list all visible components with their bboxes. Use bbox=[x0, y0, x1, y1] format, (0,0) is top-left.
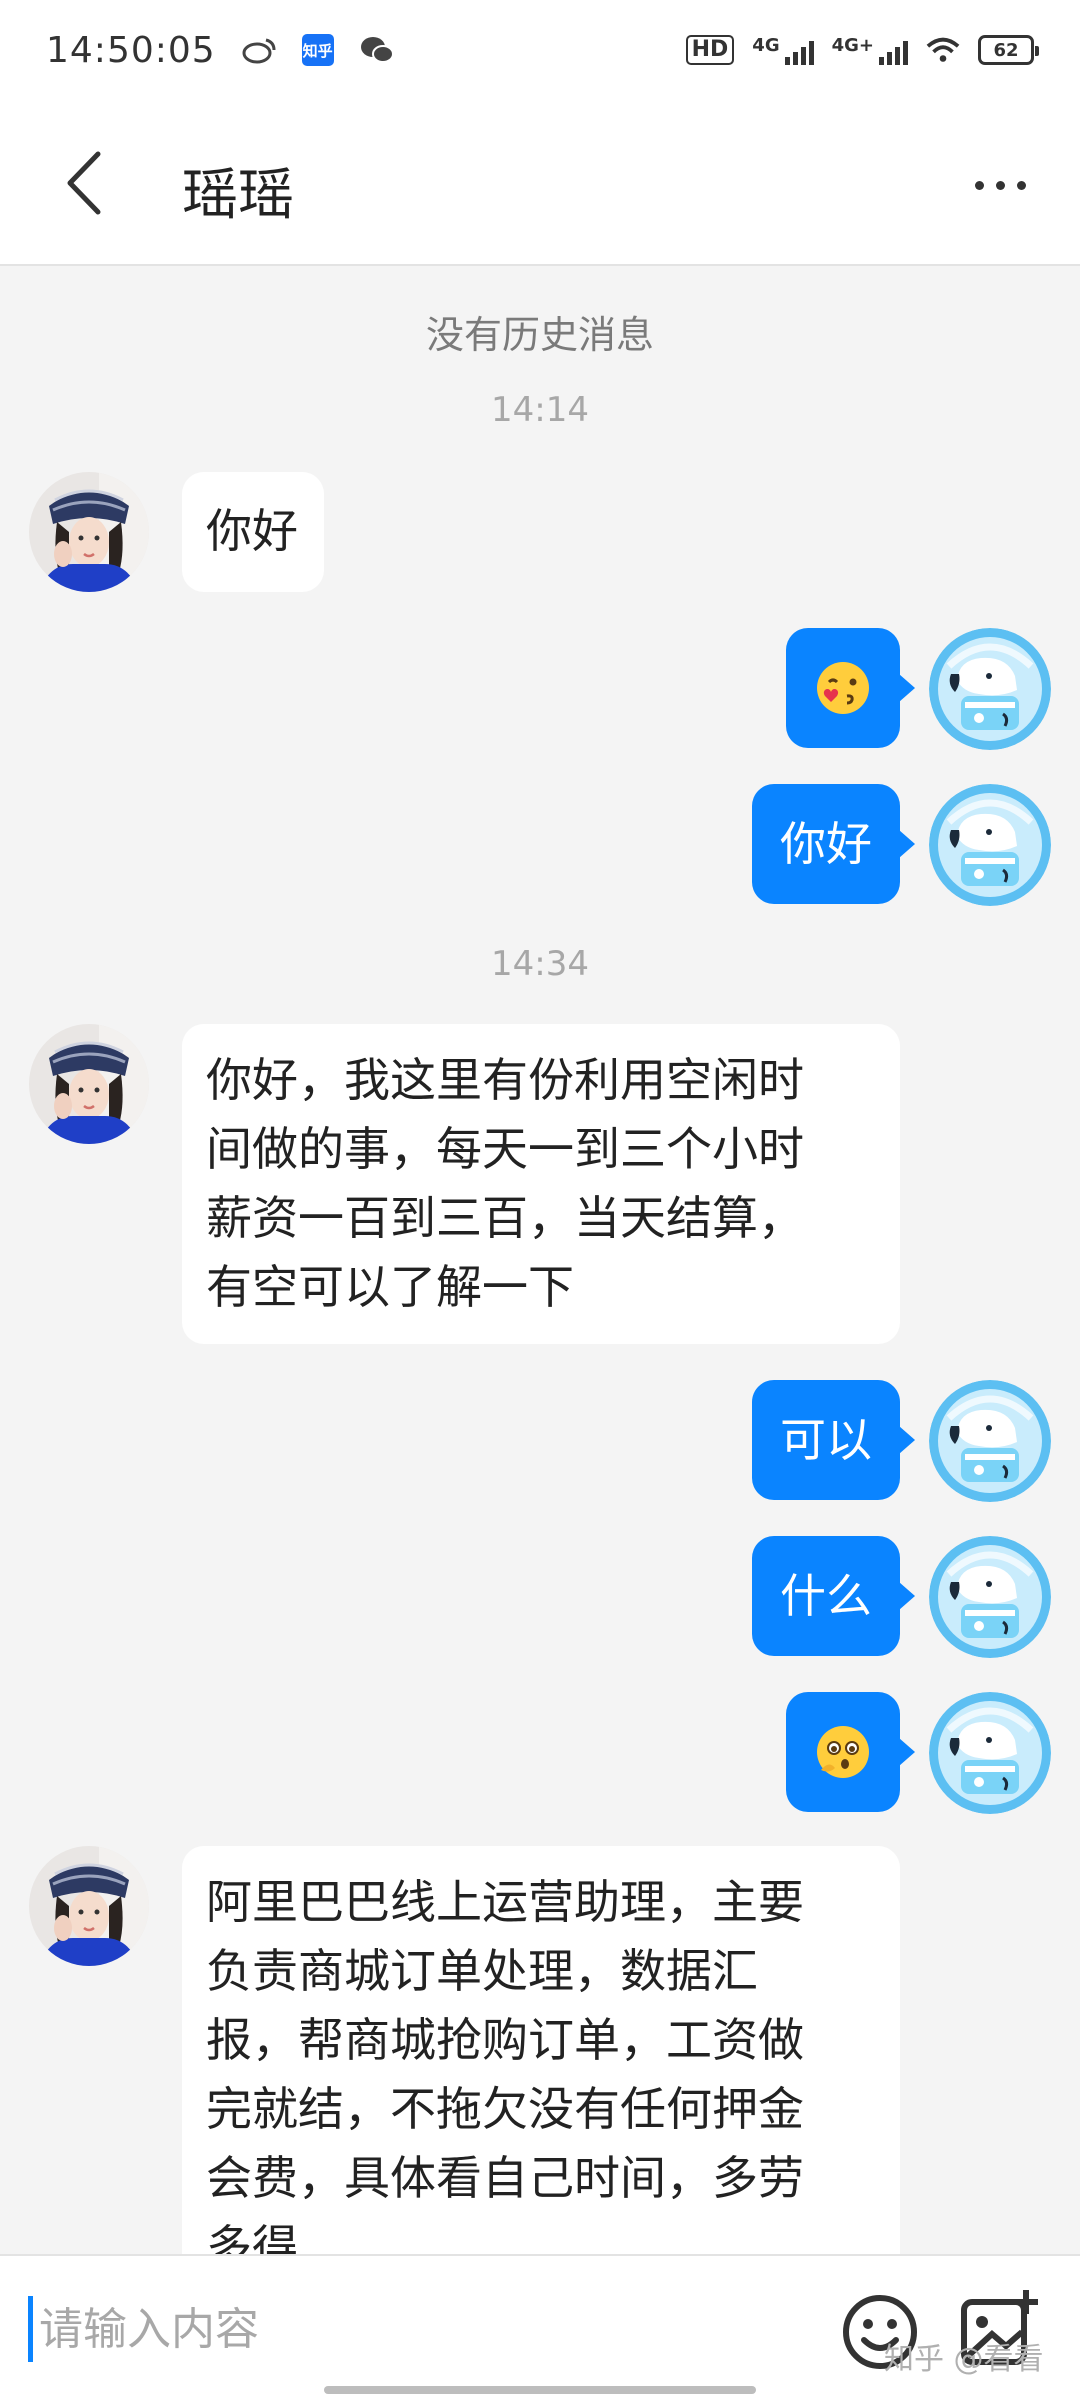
message-line: 阿里巴巴线上运营助理，主要 bbox=[206, 1875, 804, 1929]
user-avatar[interactable] bbox=[929, 1692, 1051, 1814]
zhihu-icon: 知乎 bbox=[301, 34, 334, 66]
chevron-left-icon bbox=[67, 151, 101, 215]
watermark: 知乎 @看看 bbox=[884, 2342, 1044, 2377]
contact-avatar[interactable] bbox=[29, 1846, 149, 1966]
hd-icon: HD bbox=[685, 35, 735, 65]
user-avatar[interactable] bbox=[929, 1380, 1051, 1502]
page-title: 瑶瑶 bbox=[182, 163, 294, 228]
signal-label: 4G+ bbox=[831, 35, 874, 56]
wechat-icon bbox=[360, 33, 394, 67]
more-button[interactable] bbox=[960, 160, 1040, 210]
battery-icon: 62 bbox=[978, 35, 1039, 65]
timestamp: 14:14 bbox=[491, 390, 589, 430]
message-line: 有空可以了解一下 bbox=[206, 1260, 574, 1314]
signal-label: 4G bbox=[752, 35, 780, 56]
kiss-emoji-icon bbox=[811, 656, 875, 720]
status-left: 14:50:05 知乎 bbox=[46, 30, 394, 71]
user-avatar[interactable] bbox=[929, 628, 1051, 750]
curious-emoji-icon bbox=[811, 1720, 875, 1784]
message-bubble-outgoing[interactable]: 什么 bbox=[752, 1536, 915, 1656]
message-line: 完就结，不拖欠没有任何押金 bbox=[206, 2082, 804, 2136]
message-bubble-outgoing[interactable]: 可以 bbox=[752, 1380, 915, 1500]
chat-header: 瑶瑶 bbox=[0, 100, 1080, 266]
message-line: 薪资一百到三百，当天结算， bbox=[206, 1191, 804, 1245]
more-dot bbox=[1016, 180, 1026, 190]
home-indicator[interactable] bbox=[324, 2386, 756, 2394]
more-dot bbox=[974, 180, 984, 190]
no-history-note: 没有历史消息 bbox=[425, 313, 654, 357]
message-line: 会费，具体看自己时间，多劳 bbox=[206, 2151, 804, 2205]
back-button[interactable] bbox=[54, 148, 114, 218]
message-line: 间做的事，每天一到三个小时 bbox=[206, 1122, 804, 1176]
weibo-icon bbox=[242, 33, 276, 67]
contact-avatar[interactable] bbox=[29, 472, 149, 592]
wifi-icon bbox=[926, 33, 960, 67]
chat-area[interactable]: 没有历史消息 14:14 你好 你好 14:34 你好，我这里有份利用空闲时 间… bbox=[0, 268, 1080, 2254]
user-avatar[interactable] bbox=[929, 1536, 1051, 1658]
message-line: 报，帮商城抢购订单，工资做 bbox=[206, 2013, 804, 2067]
message-bubble-incoming[interactable]: 阿里巴巴线上运营助理，主要 负责商城订单处理，数据汇 报，帮商城抢购订单，工资做… bbox=[182, 1846, 900, 2254]
contact-avatar[interactable] bbox=[29, 1024, 149, 1144]
message-bubble-incoming[interactable]: 你好，我这里有份利用空闲时 间做的事，每天一到三个小时 薪资一百到三百，当天结算… bbox=[182, 1024, 900, 1344]
signal-icon: 4G bbox=[752, 35, 814, 65]
message-input[interactable] bbox=[28, 2296, 808, 2362]
timestamp: 14:34 bbox=[491, 944, 589, 984]
message-line: 负责商城订单处理，数据汇 bbox=[206, 1944, 758, 1998]
message-bubble-outgoing[interactable] bbox=[786, 628, 915, 748]
signal-icon: 4G+ bbox=[832, 35, 908, 65]
input-bar: 知乎 @看看 bbox=[0, 2254, 1080, 2400]
message-bubble-incoming[interactable]: 你好 bbox=[182, 472, 324, 592]
message-bubble-outgoing[interactable] bbox=[786, 1692, 915, 1812]
user-avatar[interactable] bbox=[929, 784, 1051, 906]
status-bar: 14:50:05 知乎 HD 4G 4G+ 62 bbox=[0, 0, 1080, 100]
status-right: HD 4G 4G+ 62 bbox=[685, 33, 1039, 67]
message-line: 多得 bbox=[206, 2220, 298, 2254]
status-time: 14:50:05 bbox=[46, 29, 216, 71]
message-bubble-outgoing[interactable]: 你好 bbox=[752, 784, 915, 904]
more-dot bbox=[995, 180, 1005, 190]
message-line: 你好，我这里有份利用空闲时 bbox=[206, 1053, 804, 1107]
